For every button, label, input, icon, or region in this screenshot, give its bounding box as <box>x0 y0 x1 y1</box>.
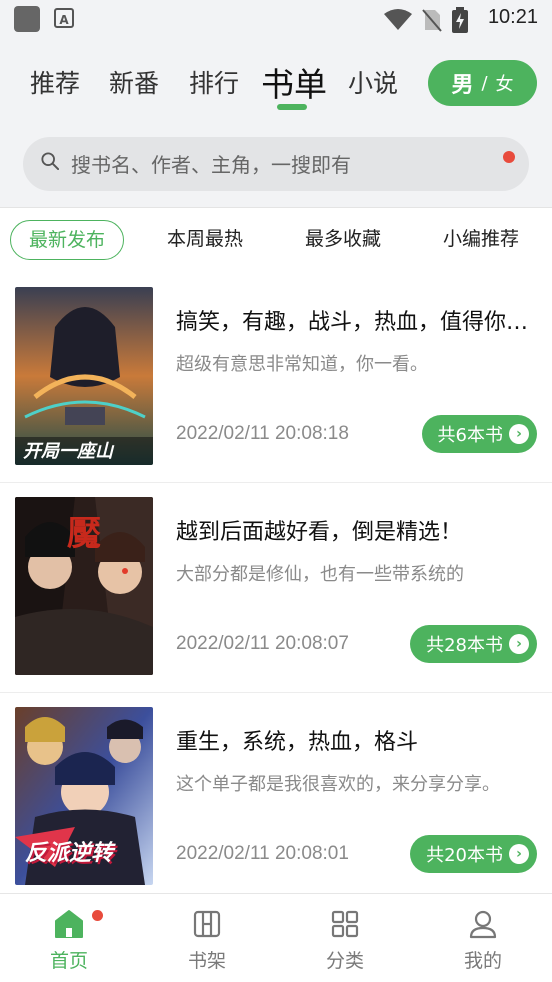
booklist-cover[interactable]: 开局一座山 <box>15 287 153 465</box>
cover-image: 魘 <box>15 497 153 675</box>
gender-female[interactable]: 女 <box>496 70 514 96</box>
active-tab-indicator <box>277 104 307 110</box>
booklist-cover[interactable]: 反派逆转 <box>15 707 153 885</box>
gender-toggle[interactable]: 男 / 女 <box>428 60 537 106</box>
nav-bookshelf[interactable]: 书架 <box>138 894 276 982</box>
search-notification-dot <box>503 151 515 163</box>
filter-bar: 最新发布 本周最热 最多收藏 小编推荐 <box>0 208 552 272</box>
chevron-right-icon: › <box>509 424 529 444</box>
nav-profile[interactable]: 我的 <box>414 894 552 982</box>
booklist-description: 这个单子都是我很喜欢的，来分享分享。 <box>176 774 500 795</box>
booklist-item[interactable]: 魘 越到后面越好看，倒是精选！ 大部分都是修仙，也有一些带系统的 2022/02… <box>0 482 552 693</box>
tab-new-series[interactable]: 新番 <box>109 64 159 100</box>
filter-most-saved[interactable]: 最多收藏 <box>305 220 381 258</box>
top-tabs: 推荐 新番 排行 书单 小说 男 / 女 <box>0 38 552 134</box>
clock: 10:21 <box>487 6 538 28</box>
status-bar: A 10:21 <box>0 0 552 38</box>
book-count-label: 共6本书 <box>437 425 503 446</box>
nav-profile-label: 我的 <box>463 950 502 972</box>
nav-bookshelf-label: 书架 <box>187 950 226 972</box>
nav-home[interactable]: 首页 <box>0 894 138 982</box>
nav-home-label: 首页 <box>49 950 88 972</box>
wifi-icon <box>384 9 412 30</box>
booklist-title[interactable]: 搞笑，有趣，战斗，热血，值得你一看 <box>176 304 540 336</box>
book-count-label: 共28本书 <box>426 635 503 656</box>
book-count-button[interactable]: 共6本书 › <box>421 415 537 453</box>
search-placeholder: 搜书名、作者、主角，一搜即有 <box>71 153 351 177</box>
no-sim-icon <box>422 9 442 32</box>
tab-ranking[interactable]: 排行 <box>189 64 239 100</box>
gender-male[interactable]: 男 <box>451 67 473 99</box>
filter-latest[interactable]: 最新发布 <box>10 220 125 260</box>
book-count-label: 共20本书 <box>426 845 503 866</box>
chevron-right-icon: › <box>509 844 529 864</box>
book-count-button[interactable]: 共28本书 › <box>410 625 537 663</box>
nav-category-label: 分类 <box>325 950 364 972</box>
notification-badge <box>92 910 103 921</box>
filter-editor-picks[interactable]: 小编推荐 <box>443 220 519 258</box>
cover-title: 反派逆转 <box>25 841 114 866</box>
category-grid-icon <box>331 910 359 938</box>
gender-separator: / <box>481 72 488 94</box>
booklist-item[interactable]: 开局一座山 搞笑，有趣，战斗，热血，值得你一看 超级有意思非常知道，你一看。 2… <box>0 272 552 483</box>
booklist-date: 2022/02/11 20:08:18 <box>176 423 349 444</box>
search-bar[interactable]: 搜书名、作者、主角，一搜即有 <box>23 137 529 191</box>
bottom-nav: 首页 书架 分类 我的 <box>0 893 552 982</box>
app-square-icon <box>14 6 40 32</box>
booklist-cover[interactable]: 魘 <box>15 497 153 675</box>
home-icon <box>55 910 83 938</box>
booklist-title[interactable]: 重生，系统，热血，格斗 <box>176 724 540 756</box>
booklist-date: 2022/02/11 20:08:07 <box>176 633 349 654</box>
search-icon <box>41 152 59 170</box>
battery-charging-icon <box>452 7 468 33</box>
status-icons <box>384 7 468 33</box>
booklist-date: 2022/02/11 20:08:01 <box>176 843 349 864</box>
book-count-button[interactable]: 共20本书 › <box>410 835 537 873</box>
booklist-title[interactable]: 越到后面越好看，倒是精选！ <box>176 514 540 546</box>
nav-category[interactable]: 分类 <box>276 894 414 982</box>
chevron-right-icon: › <box>509 634 529 654</box>
booklist-description: 超级有意思非常知道，你一看。 <box>176 354 428 375</box>
tab-novel[interactable]: 小说 <box>348 64 398 100</box>
svg-text:魘: 魘 <box>67 514 101 554</box>
tab-booklist[interactable]: 书单 <box>261 58 327 106</box>
cover-title: 开局一座山 <box>23 441 113 462</box>
header: 推荐 新番 排行 书单 小说 男 / 女 搜书名、作者、主角，一搜即有 <box>0 38 552 208</box>
booklist-item[interactable]: 反派逆转 重生，系统，热血，格斗 这个单子都是我很喜欢的，来分享分享。 2022… <box>0 692 552 903</box>
a-text-icon: A <box>54 8 74 28</box>
tab-recommend[interactable]: 推荐 <box>30 64 80 100</box>
bookshelf-icon <box>193 910 221 938</box>
booklist-description: 大部分都是修仙，也有一些带系统的 <box>176 564 464 585</box>
profile-icon <box>469 910 497 939</box>
filter-weekly-hot[interactable]: 本周最热 <box>167 220 243 258</box>
